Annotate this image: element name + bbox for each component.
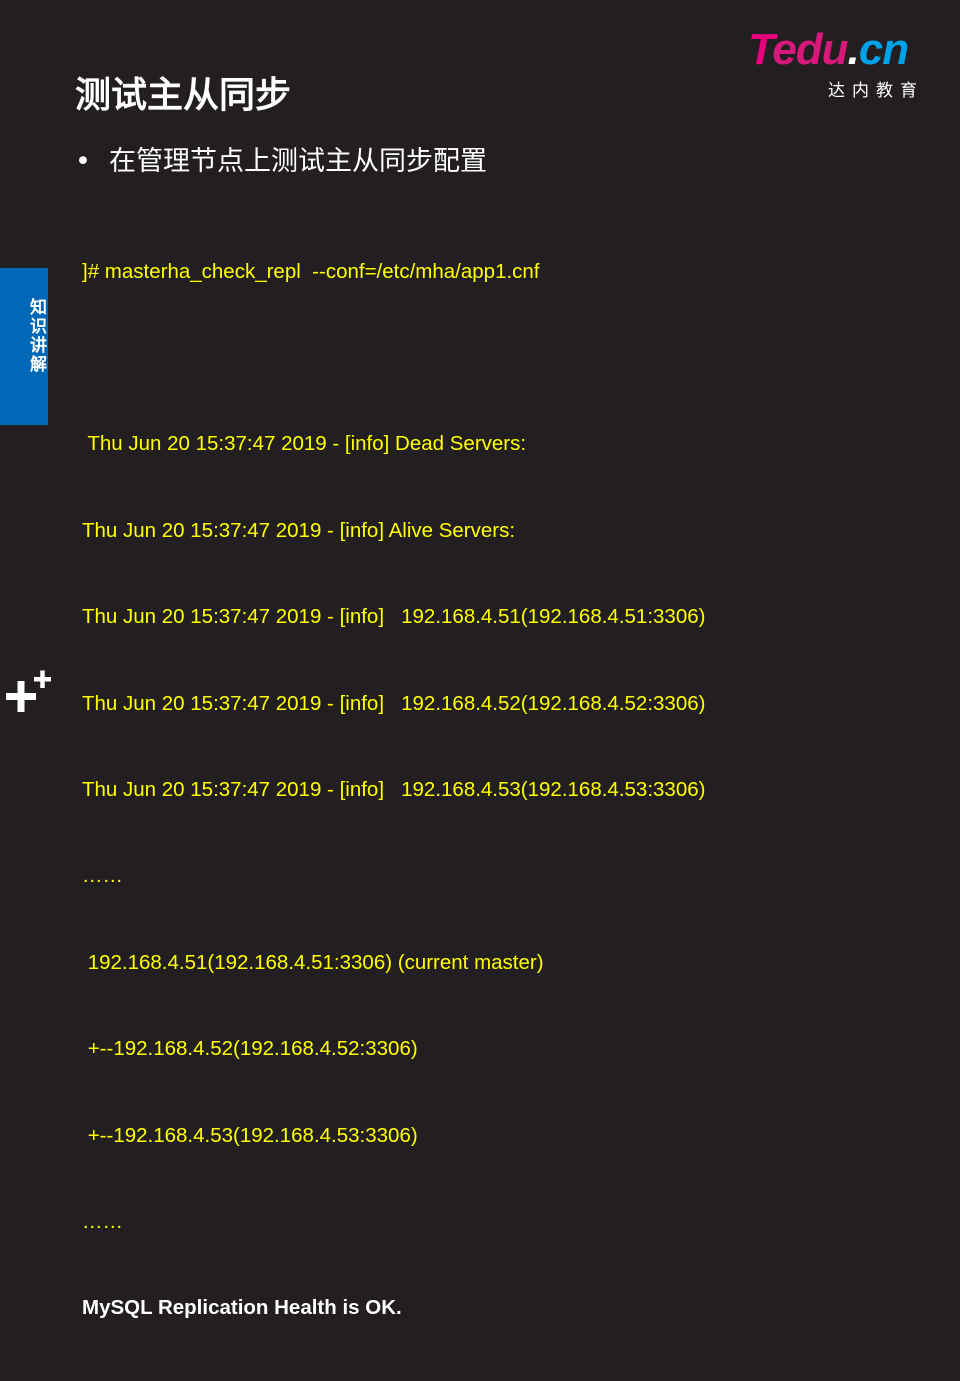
console-line: Thu Jun 20 15:37:47 2019 - [info] Dead S… (82, 432, 527, 456)
slide: Tedu.cn 达内教育 测试主从同步 • 在管理节点上测试主从同步配置 知识讲解… (0, 0, 960, 1319)
console-line: +--192.168.4.52(192.168.4.52:3306) (82, 1037, 418, 1061)
logo-cn: cn (858, 25, 909, 74)
slide-title: 测试主从同步 (75, 75, 292, 116)
logo-t: T (748, 25, 773, 74)
console-line: Thu Jun 20 15:37:47 2019 - [info] 192.16… (82, 777, 706, 801)
console-line: +--192.168.4.53(192.168.4.53:3306) (82, 1123, 418, 1147)
logo-edu: edu (772, 25, 848, 74)
logo-dot: . (847, 25, 859, 74)
console-line: …… (82, 864, 123, 888)
console-line: 192.168.4.51(192.168.4.51:3306) (current… (82, 950, 544, 974)
console-output: ]# masterha_check_repl --conf=/etc/mha/a… (82, 200, 922, 1381)
logo-subtitle: 达内教育 (828, 81, 924, 101)
tedu-logo: Tedu.cn 达内教育 (748, 25, 938, 102)
plus-icon (6, 670, 51, 712)
console-line: Thu Jun 20 15:37:47 2019 - [info] Alive … (82, 518, 516, 542)
section-tab: 知识讲解 (0, 268, 48, 425)
console-line: Thu Jun 20 15:37:47 2019 - [info] 192.16… (82, 605, 706, 629)
console-line: …… (82, 1209, 123, 1233)
section-tab-label: 知识讲解 (26, 298, 46, 374)
health-result-line: MySQL Replication Health is OK. (82, 1296, 402, 1320)
bullet-text: 在管理节点上测试主从同步配置 (109, 146, 487, 177)
logo-wordmark: Tedu.cn (748, 25, 909, 74)
bullet-point: • 在管理节点上测试主从同步配置 (75, 142, 487, 182)
console-line: Thu Jun 20 15:37:47 2019 - [info] 192.16… (82, 691, 706, 715)
console-line: ]# masterha_check_repl --conf=/etc/mha/a… (82, 259, 540, 283)
bullet-symbol: • (75, 146, 91, 177)
